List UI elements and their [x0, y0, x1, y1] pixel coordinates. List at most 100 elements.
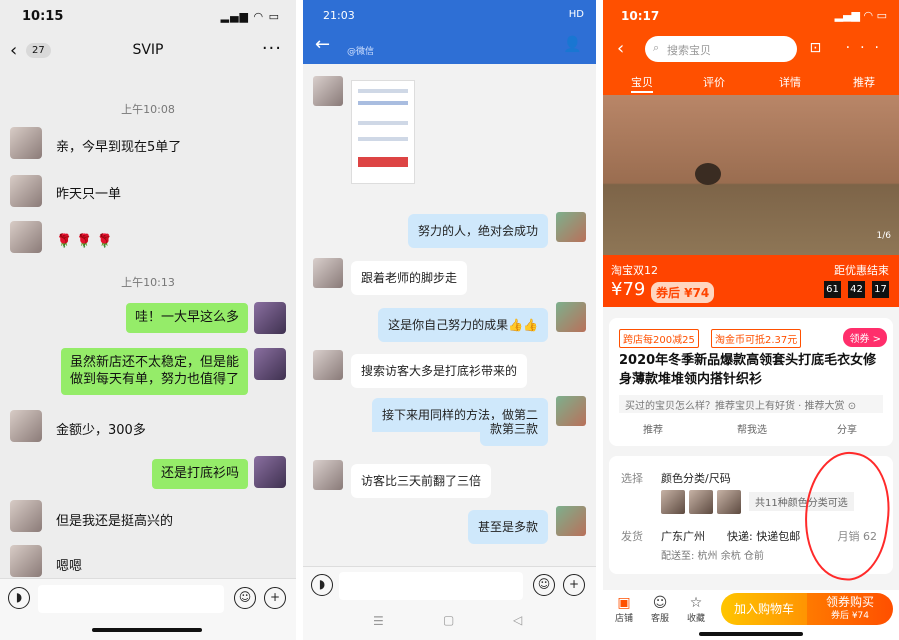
input-bar: ◗ ☺ + — [0, 578, 296, 640]
product-header: 10:17 ▂▄▆ ◠ ▭ ‹ ⌕ 搜索宝贝 ⇪ ⊡ ··· 宝贝 评价 详情 … — [603, 0, 899, 95]
service-button[interactable]: ☺ 客服 — [645, 595, 675, 624]
message-input[interactable] — [339, 572, 523, 600]
avatar[interactable] — [10, 410, 42, 442]
color-thumb[interactable] — [689, 490, 713, 514]
buy-button[interactable]: 领券购买 券后 ¥74 — [807, 593, 893, 625]
avatar[interactable] — [313, 258, 343, 288]
countdown-hours: 61 — [824, 281, 841, 298]
message-out: 款第三款 — [479, 420, 548, 446]
buy-label: 领券购买 — [825, 595, 874, 609]
tab-reviews[interactable]: 评价 — [703, 74, 725, 90]
tab-item[interactable]: 宝贝 — [631, 74, 653, 93]
home-icon[interactable]: ▢ — [443, 613, 454, 627]
avatar[interactable] — [10, 545, 42, 577]
ask-bar[interactable]: 买过的宝贝怎么样？推荐宝贝上有好货 · 推荐大赏 ⊙ — [619, 395, 883, 413]
status-bar: 21:03 HD — [303, 0, 596, 30]
user-profile-icon[interactable]: 👤 — [563, 35, 582, 53]
emoji-icon[interactable]: ☺ — [234, 587, 256, 609]
input-bar: ◗ ☺ + — [303, 566, 596, 604]
timestamp: 上午10:13 — [121, 276, 175, 289]
countdown-minutes: 42 — [848, 281, 865, 298]
product-title: 2020年冬季新品爆款高领套头打底毛衣女修身薄款堆堆领内搭针织衫 — [619, 353, 877, 387]
tab-recommend[interactable]: 推荐 — [853, 74, 875, 90]
recommend-button[interactable]: 推荐 — [643, 421, 663, 436]
help-choose-button[interactable]: 帮我选 — [737, 421, 767, 436]
select-value[interactable]: 颜色分类/尺码 — [661, 470, 731, 486]
message-in: 搜索访客大多是打底衫带来的 — [351, 354, 528, 388]
divider — [296, 0, 303, 640]
tab-details[interactable]: 详情 — [779, 74, 801, 90]
qq-chat-screen: 21:03 HD ← @微信 👤 努力的人，绝对会成功 跟着老师的脚步走 这是你… — [303, 0, 596, 640]
shop-button[interactable]: ▣ 店铺 — [609, 595, 639, 624]
search-placeholder: 搜索宝贝 — [667, 44, 711, 57]
self-avatar[interactable] — [254, 456, 286, 488]
status-time: 10:15 — [22, 9, 64, 24]
plus-icon[interactable]: + — [264, 587, 286, 609]
message-in: 金额少，300多 — [48, 416, 154, 446]
signal-wifi-battery-icon: ▂▄▆ ◠ ▭ — [834, 9, 887, 22]
avatar[interactable] — [313, 460, 343, 490]
self-avatar[interactable] — [254, 302, 286, 334]
select-label: 选择 — [621, 472, 643, 485]
avatar[interactable] — [10, 500, 42, 532]
product-info-card: 跨店每200减25 淘金币可抵2.37元 领券 > 2020年冬季新品爆款高领套… — [609, 318, 893, 446]
avatar[interactable] — [313, 76, 343, 106]
promo-banner: 淘宝双12 ¥79 券后 ¥74 距优惠结束 61 42 17 — [603, 255, 899, 307]
ship-from: 广东广州 — [661, 530, 705, 543]
add-to-cart-button[interactable]: 加入购物车 — [721, 593, 807, 625]
favorite-label: 收藏 — [686, 614, 705, 624]
color-thumb[interactable] — [661, 490, 685, 514]
avatar[interactable] — [10, 221, 42, 253]
ship-to: 配送至: 杭州 余杭 仓前 — [661, 551, 764, 562]
self-avatar[interactable] — [254, 348, 286, 380]
avatar[interactable] — [10, 127, 42, 159]
price: ¥79 — [611, 279, 646, 300]
emoji-icon[interactable]: ☺ — [533, 574, 555, 596]
divider — [596, 0, 603, 640]
product-image[interactable]: 1/6 — [603, 95, 899, 255]
menu-icon[interactable]: ☰ — [373, 614, 384, 628]
voice-icon[interactable]: ◗ — [8, 587, 30, 609]
message-out: 努力的人，绝对会成功 — [407, 214, 548, 248]
favorite-button[interactable]: ☆ 收藏 — [681, 595, 711, 624]
self-avatar[interactable] — [556, 302, 586, 332]
ship-label: 发货 — [621, 530, 643, 543]
ship-type: 快递: 快递包邮 — [727, 530, 801, 543]
message-in: 访客比三天前翻了三倍 — [351, 464, 492, 498]
self-avatar[interactable] — [556, 506, 586, 536]
status-bar: 10:15 ▂▄▆ ◠ ▭ — [0, 0, 296, 34]
share-icon[interactable]: ⇪ — [773, 40, 795, 56]
coin-tag: 淘金币可抵2.37元 — [711, 329, 802, 348]
more-icon[interactable]: ··· — [262, 38, 282, 59]
self-avatar[interactable] — [556, 396, 586, 426]
status-time: 10:17 — [621, 9, 660, 23]
more-icon[interactable]: ··· — [846, 40, 889, 56]
message-out: 甚至是多款 — [467, 510, 548, 544]
message-out: 哇！一大早这么多 — [125, 303, 248, 333]
back-icon[interactable]: ← — [315, 34, 330, 55]
screenshot-image-message[interactable] — [351, 80, 415, 184]
back-nav-icon[interactable]: ◁ — [513, 613, 522, 627]
chat-subtitle: @微信 — [347, 47, 375, 57]
product-tabs: 宝贝 评价 详情 推荐 — [603, 72, 899, 93]
get-coupon-button[interactable]: 领券 > — [843, 328, 887, 347]
message-input[interactable] — [38, 585, 224, 613]
message-in: 🌹 🌹 🌹 — [48, 227, 121, 257]
plus-icon[interactable]: + — [563, 574, 585, 596]
message-in: 亲，今早到现在5单了 — [48, 133, 190, 163]
voice-icon[interactable]: ◗ — [311, 574, 333, 596]
back-icon[interactable]: ‹ — [617, 38, 624, 59]
self-avatar[interactable] — [556, 212, 586, 242]
status-time: 21:03 — [323, 9, 355, 22]
status-hd-label: HD — [568, 9, 584, 20]
bottom-action-bar: ▣ 店铺 ☺ 客服 ☆ 收藏 加入购物车 领券购买 券后 ¥74 — [603, 590, 899, 640]
chat-header: ← @微信 👤 — [303, 30, 596, 64]
avatar[interactable] — [313, 350, 343, 380]
color-thumb[interactable] — [717, 490, 741, 514]
timestamp: 上午10:08 — [121, 103, 175, 116]
message-in: 昨天只一单 — [48, 180, 130, 210]
avatar[interactable] — [10, 175, 42, 207]
chat-header: ‹ 27 SVIP ··· — [0, 34, 296, 70]
share-button[interactable]: 分享 — [837, 421, 857, 436]
cart-icon[interactable]: ⊡ — [809, 40, 831, 56]
